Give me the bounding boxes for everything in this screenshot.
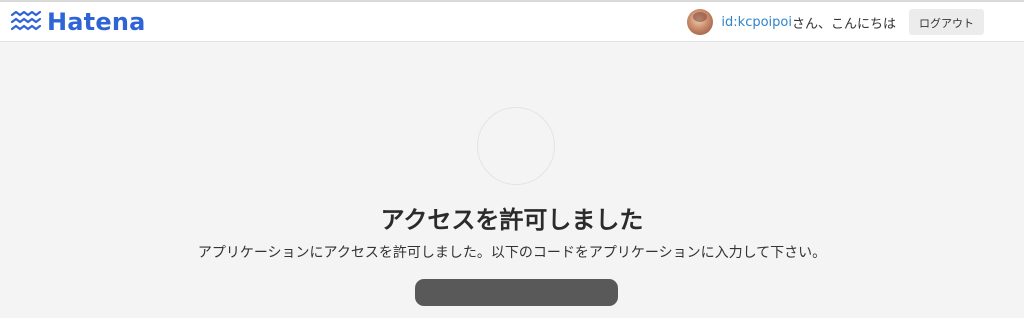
avatar[interactable]: [687, 9, 714, 35]
hatena-logo[interactable]: Hatena: [10, 7, 146, 37]
app-icon: [477, 107, 555, 185]
main-content: アクセスを許可しました アプリケーションにアクセスを許可しました。以下のコードを…: [0, 42, 1024, 318]
site-header: Hatena id:kcpoipoi さん、こんにちは ログアウト: [0, 2, 1024, 42]
hatena-logo-icon: [10, 11, 42, 31]
username-link[interactable]: id:kcpoipoi: [721, 15, 792, 30]
description-text: アプリケーションにアクセスを許可しました。以下のコードをアプリケーションに入力し…: [197, 245, 827, 261]
logo-text: Hatena: [47, 8, 146, 36]
logout-button[interactable]: ログアウト: [909, 9, 984, 35]
user-area: id:kcpoipoi さん、こんにちは ログアウト: [687, 8, 984, 36]
greeting-text: さん、こんにちは: [791, 16, 896, 32]
authorization-code-box[interactable]: [415, 279, 618, 306]
page-title: アクセスを許可しました: [380, 206, 644, 234]
